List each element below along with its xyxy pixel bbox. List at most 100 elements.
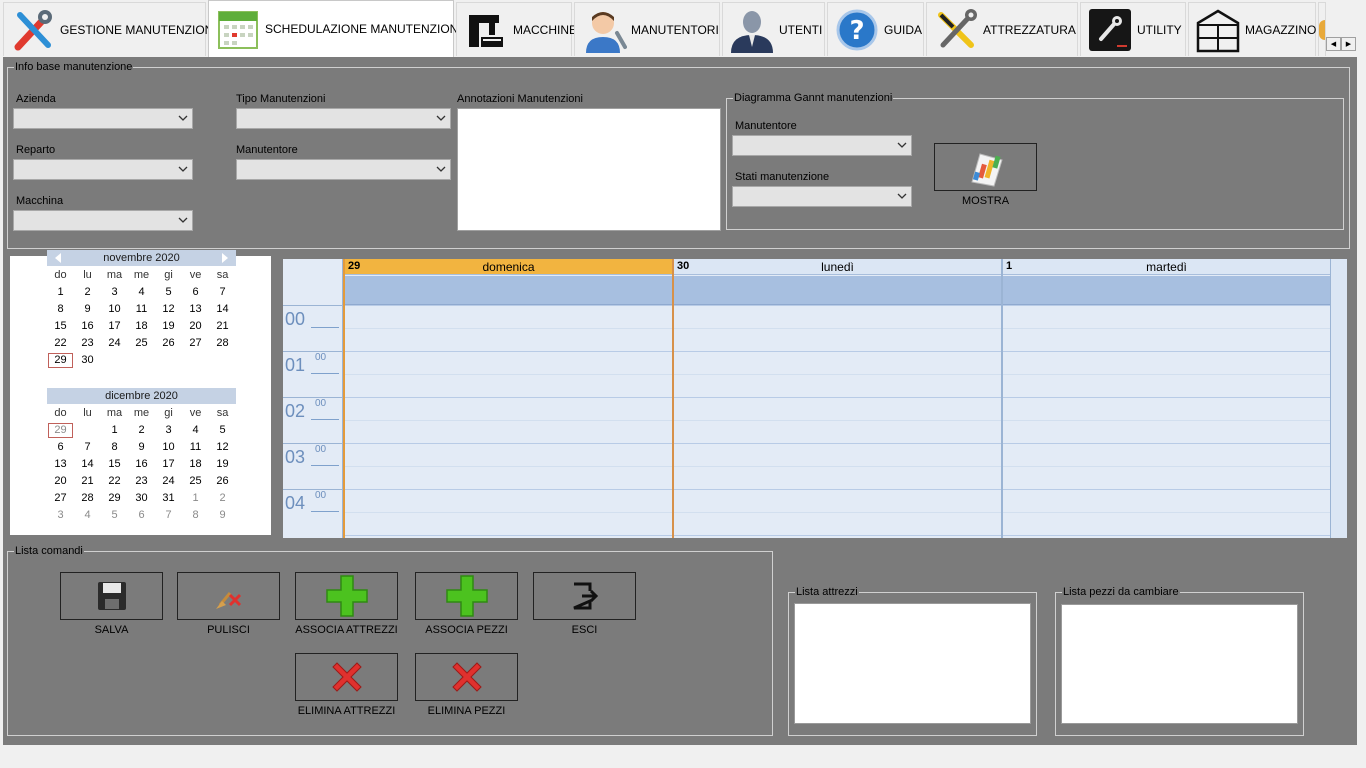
calendar-day[interactable]: 28: [74, 490, 101, 507]
tab-scroll-left-button[interactable]: ◀: [1326, 37, 1341, 51]
calendar-day[interactable]: 16: [128, 456, 155, 473]
tab-overflow[interactable]: [1318, 2, 1326, 56]
calendar-day[interactable]: 16: [74, 318, 101, 335]
calendar-day[interactable]: 13: [182, 301, 209, 318]
day-column-header[interactable]: 30 lunedì: [674, 259, 1001, 275]
calendar-day[interactable]: 15: [101, 456, 128, 473]
calendar-day[interactable]: 18: [128, 318, 155, 335]
calendar-day[interactable]: 6: [47, 439, 74, 456]
calendar-day[interactable]: 26: [209, 473, 236, 490]
tab-guida[interactable]: ? GUIDA: [827, 2, 924, 56]
tab-utenti[interactable]: UTENTI: [722, 2, 825, 56]
calendar-day[interactable]: 4: [128, 284, 155, 301]
calendar-day[interactable]: 5: [101, 507, 128, 524]
associa-pezzi-button[interactable]: [415, 572, 518, 620]
all-day-area[interactable]: [674, 276, 1001, 305]
calendar-day[interactable]: 10: [101, 301, 128, 318]
lista-attrezzi-listbox[interactable]: [794, 603, 1031, 724]
mostra-button[interactable]: [934, 143, 1037, 191]
calendar-day[interactable]: 25: [182, 473, 209, 490]
calendar-day[interactable]: 17: [155, 456, 182, 473]
stati-manutenzione-combo[interactable]: [732, 186, 912, 207]
tab-magazzino[interactable]: MAGAZZINO: [1188, 2, 1316, 56]
calendar-day[interactable]: 9: [74, 301, 101, 318]
calendar-day[interactable]: 9: [128, 439, 155, 456]
calendar-day[interactable]: 23: [128, 473, 155, 490]
associa-attrezzi-button[interactable]: [295, 572, 398, 620]
calendar-day[interactable]: 9: [209, 507, 236, 524]
calendar-day[interactable]: 8: [101, 439, 128, 456]
pulisci-button[interactable]: [177, 572, 280, 620]
calendar-day[interactable]: 2: [209, 490, 236, 507]
calendar-day[interactable]: 30: [74, 352, 101, 369]
reparto-combo[interactable]: [13, 159, 193, 180]
elimina-pezzi-button[interactable]: [415, 653, 518, 701]
calendar-day[interactable]: 19: [209, 456, 236, 473]
calendar-day[interactable]: 1: [47, 284, 74, 301]
manutentore-combo[interactable]: [236, 159, 451, 180]
calendar-day[interactable]: 14: [74, 456, 101, 473]
calendar-day[interactable]: 5: [209, 422, 236, 439]
calendar-day[interactable]: 19: [155, 318, 182, 335]
calendar-day[interactable]: 25: [128, 335, 155, 352]
calendar-day[interactable]: 26: [155, 335, 182, 352]
calendar-day[interactable]: 22: [47, 335, 74, 352]
calendar-day[interactable]: 8: [47, 301, 74, 318]
day-column[interactable]: 29 domenica: [343, 259, 672, 538]
tab-schedulazione-manutenzioni[interactable]: SCHEDULAZIONE MANUTENZIONI: [208, 0, 462, 57]
day-column-header[interactable]: 1 martedì: [1003, 259, 1330, 275]
calendar-day[interactable]: 21: [209, 318, 236, 335]
day-column-header[interactable]: 29 domenica: [345, 259, 672, 275]
calendar-day[interactable]: 1: [101, 422, 128, 439]
calendar-day[interactable]: 12: [209, 439, 236, 456]
scheduler-scroll-gutter[interactable]: [1330, 259, 1347, 538]
prev-month-icon[interactable]: [55, 253, 61, 263]
calendar-day[interactable]: 5: [155, 284, 182, 301]
calendar-day[interactable]: 6: [182, 284, 209, 301]
calendar-day[interactable]: 4: [74, 507, 101, 524]
day-column[interactable]: 1 martedì: [1001, 259, 1330, 538]
tab-macchine[interactable]: MACCHINE: [456, 2, 577, 56]
calendar-day[interactable]: 3: [155, 422, 182, 439]
next-month-icon[interactable]: [222, 253, 228, 263]
calendar-day[interactable]: 20: [47, 473, 74, 490]
calendar-day[interactable]: 23: [74, 335, 101, 352]
calendar-day[interactable]: 29: [47, 422, 74, 439]
calendar-day[interactable]: 29: [101, 490, 128, 507]
calendar-day[interactable]: 3: [47, 507, 74, 524]
calendar-day[interactable]: 30: [128, 490, 155, 507]
calendar-day[interactable]: 15: [47, 318, 74, 335]
calendar-day[interactable]: 2: [128, 422, 155, 439]
tab-utility[interactable]: UTILITY: [1080, 2, 1186, 56]
calendar-day[interactable]: 27: [182, 335, 209, 352]
calendar-day[interactable]: 6: [128, 507, 155, 524]
calendar-day[interactable]: 13: [47, 456, 74, 473]
calendar-day[interactable]: 21: [74, 473, 101, 490]
lista-pezzi-listbox[interactable]: [1061, 604, 1298, 724]
calendar-day[interactable]: 11: [182, 439, 209, 456]
calendar-day[interactable]: 7: [74, 439, 101, 456]
calendar-day[interactable]: 7: [155, 507, 182, 524]
calendar-day[interactable]: 24: [101, 335, 128, 352]
macchina-combo[interactable]: [13, 210, 193, 231]
calendar-day[interactable]: 17: [101, 318, 128, 335]
calendar-day[interactable]: 4: [182, 422, 209, 439]
calendar-day[interactable]: 12: [155, 301, 182, 318]
calendar-day[interactable]: 29: [47, 352, 74, 369]
calendar-day[interactable]: 28: [209, 335, 236, 352]
esci-button[interactable]: [533, 572, 636, 620]
elimina-attrezzi-button[interactable]: [295, 653, 398, 701]
month-calendar[interactable]: novembre 2020 do lu ma me gi ve sa 1 2 3 4 5 6 7 8 9 10 1…: [10, 250, 271, 535]
tab-gestione-manutenzioni[interactable]: GESTIONE MANUTENZIONI: [3, 2, 217, 56]
calendar-day[interactable]: 20: [182, 318, 209, 335]
day-scheduler[interactable]: 00 01 00 02 00 03 00 04 00 29 domenica 30 lunedì 1 ma…: [283, 259, 1347, 538]
calendar-day[interactable]: 24: [155, 473, 182, 490]
calendar-day[interactable]: 2: [74, 284, 101, 301]
gantt-manutentore-combo[interactable]: [732, 135, 912, 156]
azienda-combo[interactable]: [13, 108, 193, 129]
all-day-area[interactable]: [345, 276, 672, 305]
calendar-day[interactable]: 10: [155, 439, 182, 456]
calendar-day[interactable]: 11: [128, 301, 155, 318]
tipo-manutenzioni-combo[interactable]: [236, 108, 451, 129]
calendar-day[interactable]: 22: [101, 473, 128, 490]
